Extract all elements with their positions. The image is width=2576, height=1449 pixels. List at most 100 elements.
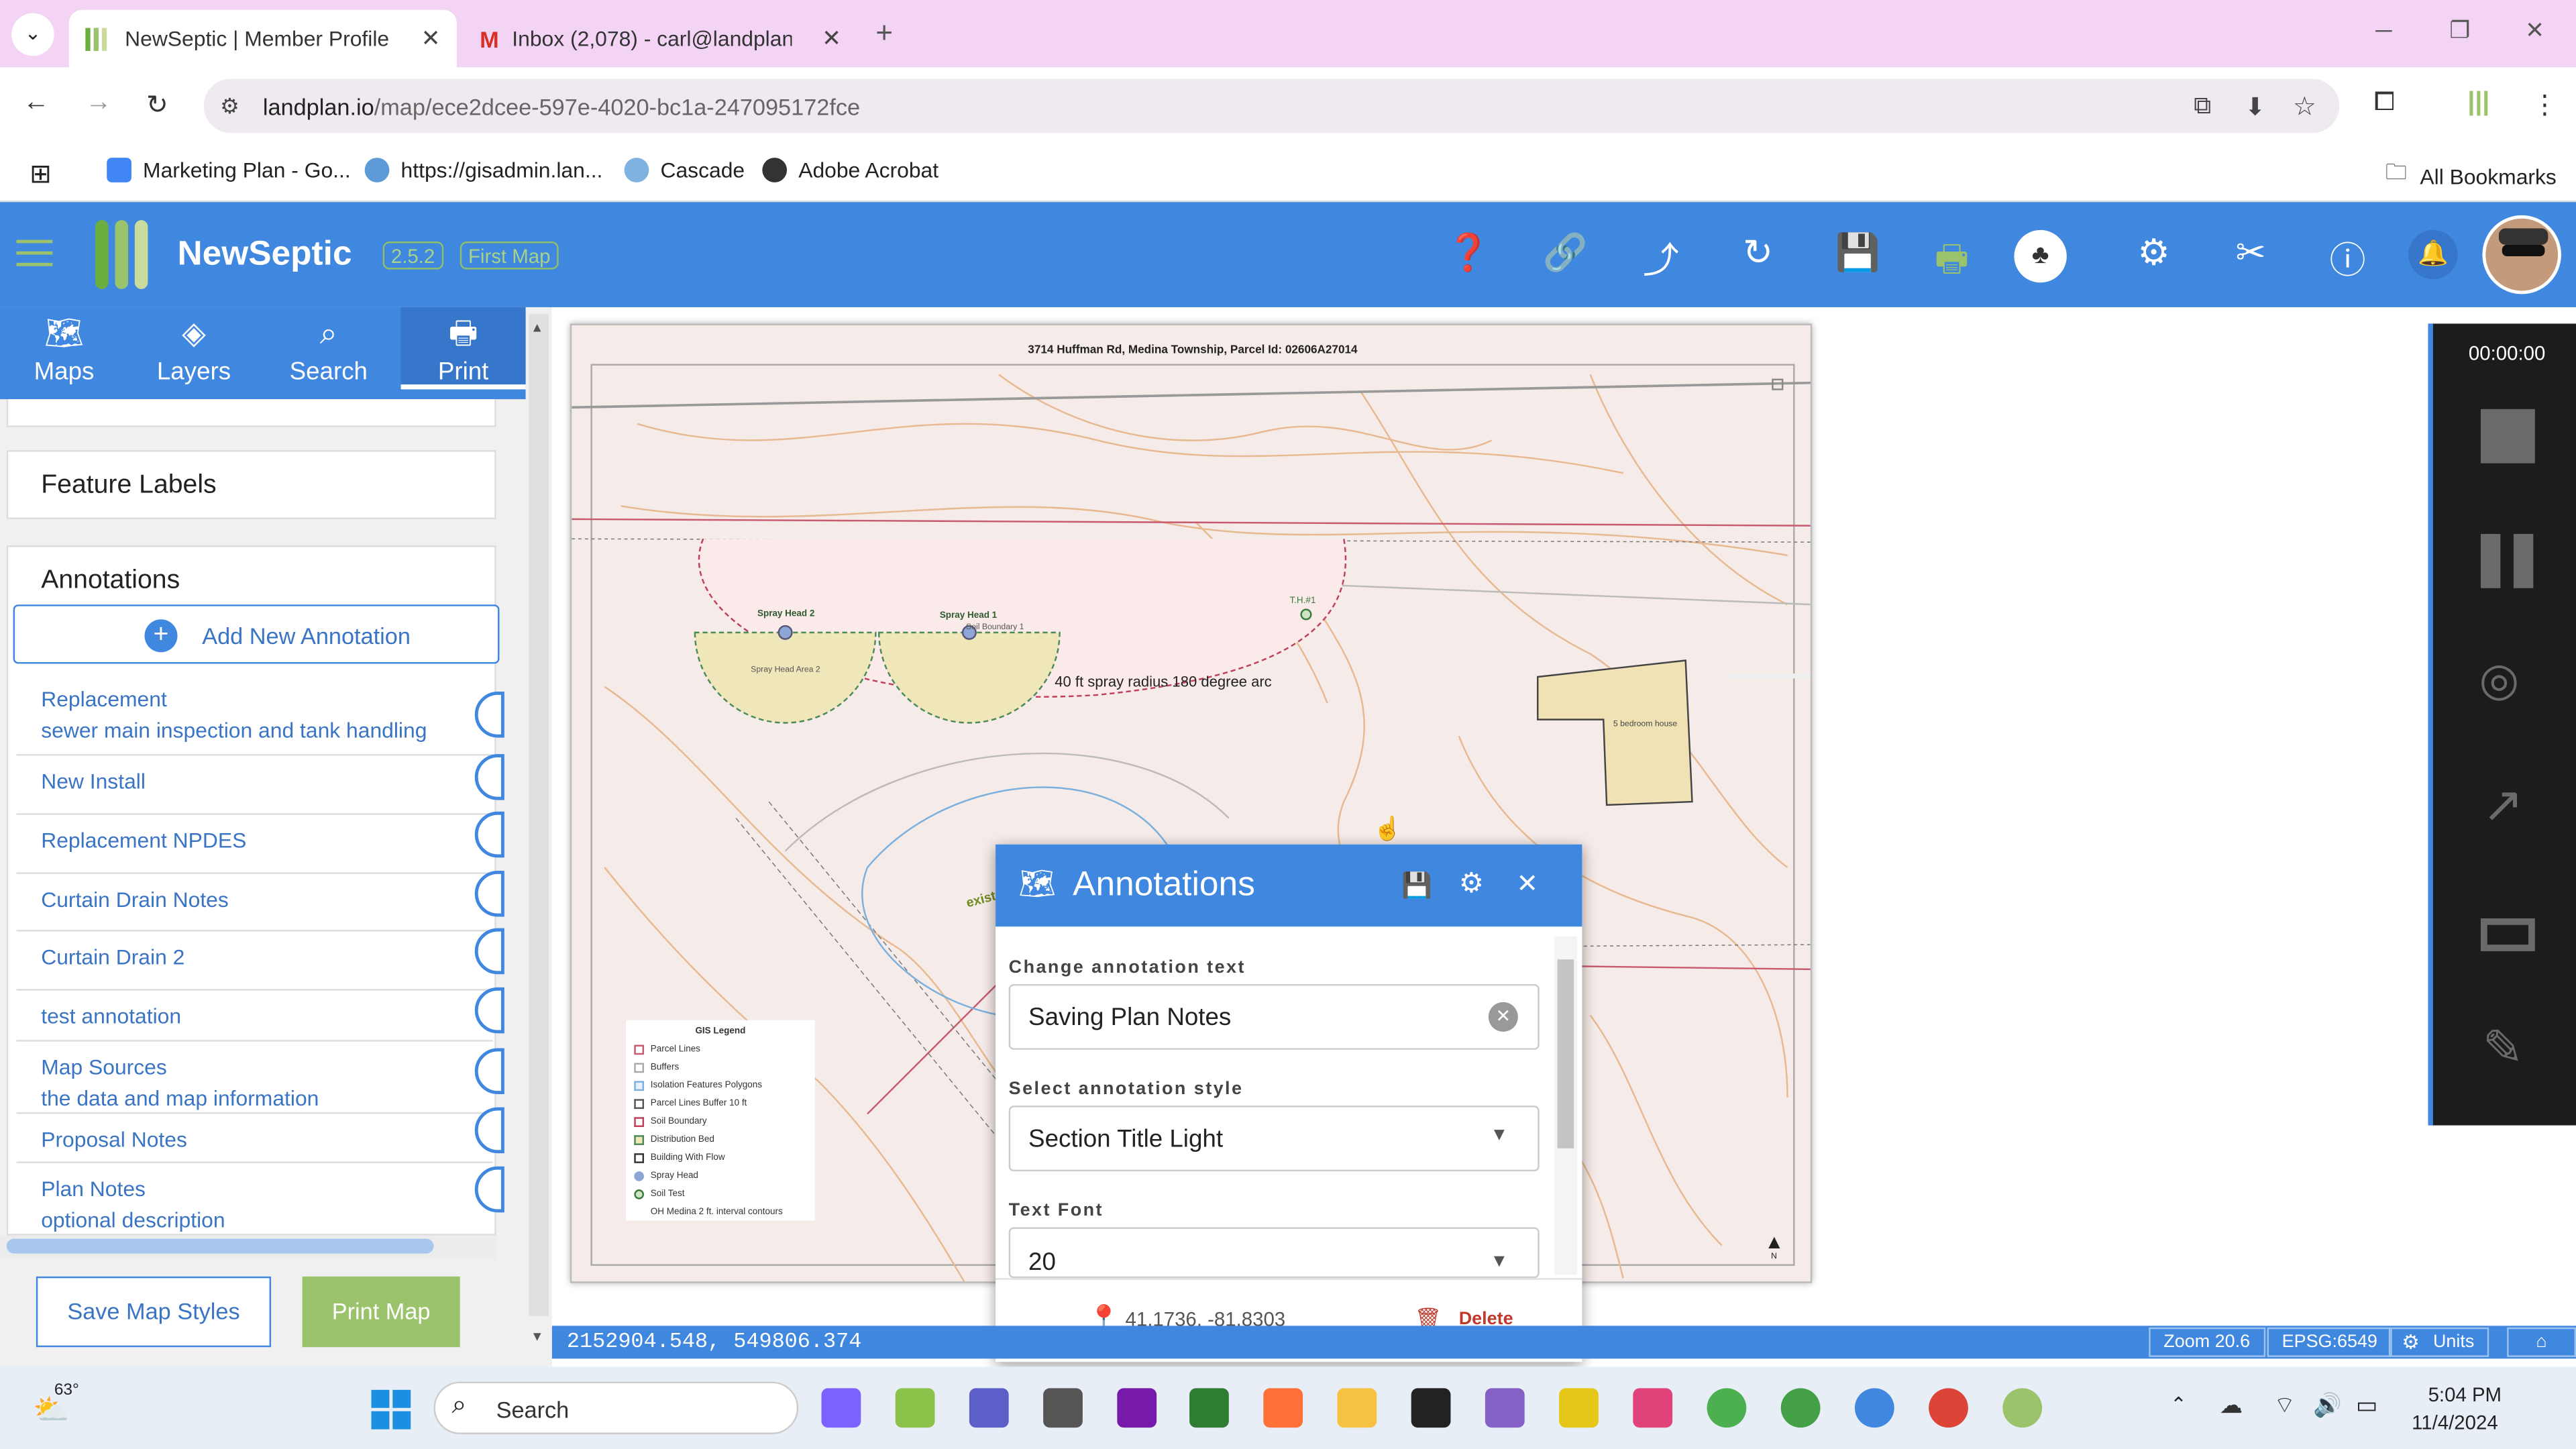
- onenote-icon[interactable]: [1117, 1388, 1157, 1428]
- help-icon[interactable]: ❓: [1446, 231, 1491, 274]
- clock-date[interactable]: 11/4/2024: [2412, 1411, 2498, 1434]
- start-button[interactable]: [371, 1389, 411, 1430]
- newseptic-extension-icon[interactable]: |||: [2467, 89, 2489, 118]
- tab-newseptic[interactable]: NewSeptic | Member Profile ✕: [68, 9, 457, 68]
- annotation-item[interactable]: Map Sources the data and map information: [41, 1051, 319, 1114]
- copilot-icon[interactable]: [821, 1388, 861, 1428]
- snipping-tool-icon[interactable]: [1633, 1388, 1673, 1428]
- link-icon[interactable]: 🔗: [1543, 231, 1588, 274]
- annotation-item[interactable]: Proposal Notes: [41, 1124, 187, 1155]
- bookmark-cascade[interactable]: Cascade: [624, 158, 745, 182]
- forward-icon[interactable]: →: [85, 89, 111, 118]
- bookmark-marketing[interactable]: Marketing Plan - Go...: [107, 158, 351, 182]
- tree-tool-icon[interactable]: ♣: [2014, 229, 2067, 283]
- annotation-text-input[interactable]: Saving Plan Notes ✕: [1008, 983, 1540, 1050]
- chrome-profile-5-icon[interactable]: [2002, 1388, 2043, 1428]
- onedrive-icon[interactable]: ☁: [2220, 1391, 2243, 1419]
- close-window-icon[interactable]: ✕: [2525, 16, 2544, 44]
- info-icon[interactable]: ⓘ: [2328, 231, 2367, 284]
- chrome-profile-3-icon[interactable]: [1854, 1388, 1894, 1428]
- volume-icon[interactable]: 🔊: [2313, 1391, 2342, 1419]
- battery-icon[interactable]: ▭: [2356, 1391, 2377, 1419]
- back-icon[interactable]: ←: [23, 89, 49, 118]
- print-map-button[interactable]: Print Map: [302, 1276, 460, 1348]
- close-tab-icon[interactable]: ✕: [421, 25, 441, 53]
- tab-gmail[interactable]: M Inbox (2,078) - carl@landplan.io ✕: [464, 10, 858, 68]
- reload-icon[interactable]: ↻: [146, 89, 168, 121]
- clock-time[interactable]: 5:04 PM: [2428, 1383, 2502, 1406]
- annotation-item[interactable]: Plan Notes optional description: [41, 1173, 225, 1236]
- pause-icon[interactable]: [2480, 533, 2535, 588]
- annotation-item[interactable]: Replacement sewer main inspection and tan…: [41, 684, 427, 746]
- share-icon[interactable]: ⤴: [1642, 231, 1681, 284]
- annotation-item[interactable]: Curtain Drain 2: [41, 941, 184, 973]
- close-icon[interactable]: ✕: [1516, 867, 1538, 900]
- arrow-tool-icon[interactable]: ↗: [2482, 777, 2524, 835]
- horizontal-scrollbar[interactable]: [0, 1235, 496, 1258]
- stop-icon[interactable]: [2480, 409, 2535, 464]
- bookmark-gisadmin[interactable]: https://gisadmin.lan...: [364, 158, 602, 182]
- minimize-icon[interactable]: ─: [2375, 16, 2392, 42]
- extensions-icon[interactable]: ⧠: [2374, 89, 2395, 118]
- chrome-profile-2-icon[interactable]: [1780, 1388, 1821, 1428]
- tab-layers[interactable]: ◈ Layers: [136, 317, 251, 386]
- annotation-item[interactable]: test annotation: [41, 1000, 181, 1032]
- camera-off-icon[interactable]: ◎: [2479, 652, 2520, 706]
- close-tab-icon[interactable]: ✕: [822, 25, 841, 53]
- annotation-item[interactable]: Replacement NPDES: [41, 824, 246, 856]
- save-icon[interactable]: 💾: [1401, 871, 1432, 900]
- tray-chevron-icon[interactable]: ⌃: [2170, 1393, 2187, 1416]
- pen-tool-icon[interactable]: ✎: [2482, 1020, 2524, 1078]
- gear-icon[interactable]: ⚙: [1459, 867, 1484, 900]
- tab-search-button[interactable]: ⌄: [11, 13, 54, 56]
- home-icon[interactable]: ⌂: [2507, 1327, 2576, 1357]
- chrome-profile-4-icon[interactable]: [1929, 1388, 1968, 1428]
- new-tab-icon[interactable]: +: [875, 16, 893, 50]
- tab-print[interactable]: 🖶 Print: [400, 307, 526, 390]
- browser-menu-icon[interactable]: ⋮: [2532, 89, 2558, 121]
- lightning-icon[interactable]: [1559, 1388, 1599, 1428]
- visual-studio-icon[interactable]: [1485, 1388, 1525, 1428]
- tab-search[interactable]: ⌕ Search: [271, 317, 386, 386]
- wifi-icon[interactable]: ⌔: [2273, 1391, 2295, 1421]
- epsg-indicator[interactable]: EPSG:6549: [2267, 1327, 2392, 1357]
- chrome-icon[interactable]: [1707, 1388, 1747, 1428]
- refresh-icon[interactable]: ↻: [1738, 231, 1778, 274]
- all-bookmarks[interactable]: 🗀 All Bookmarks: [2385, 158, 2557, 194]
- hamburger-menu-icon[interactable]: [16, 239, 53, 266]
- bookmark-acrobat[interactable]: Adobe Acrobat: [762, 158, 938, 182]
- avatar[interactable]: [2482, 215, 2561, 294]
- rectangle-tool-icon[interactable]: [2480, 918, 2535, 951]
- intellij-icon[interactable]: [1411, 1388, 1451, 1428]
- save-icon[interactable]: 💾: [1835, 231, 1880, 274]
- settings-gears-icon[interactable]: ⚙: [2134, 231, 2174, 274]
- open-in-app-icon[interactable]: ⧉: [2194, 92, 2211, 120]
- file-explorer-icon[interactable]: [1337, 1388, 1377, 1428]
- annotation-style-select[interactable]: Section Title Light ▼: [1008, 1106, 1540, 1172]
- left-panel-scrollbar[interactable]: ▲ ▼: [525, 307, 552, 1367]
- restore-icon[interactable]: ❐: [2449, 16, 2470, 44]
- url-bar[interactable]: ⚙ landplan.io/map/ece2dcee-597e-4020-bc1…: [203, 78, 2340, 133]
- calculator-icon[interactable]: [1043, 1388, 1083, 1428]
- add-annotation-button[interactable]: + Add New Annotation: [13, 604, 500, 664]
- text-font-select[interactable]: 20 ▼: [1008, 1227, 1540, 1279]
- site-info-icon[interactable]: ⚙: [220, 93, 239, 119]
- feature-labels-section[interactable]: Feature Labels: [6, 450, 496, 519]
- save-map-styles-button[interactable]: Save Map Styles: [36, 1276, 272, 1348]
- taskbar-search[interactable]: ⌕ Search: [433, 1381, 799, 1434]
- teams-icon[interactable]: [969, 1388, 1009, 1428]
- annotation-item[interactable]: Curtain Drain Notes: [41, 884, 229, 916]
- annotation-item[interactable]: New Install: [41, 765, 146, 797]
- paint-icon[interactable]: [895, 1388, 935, 1428]
- bookmark-star-icon[interactable]: ☆: [2293, 89, 2316, 122]
- install-icon[interactable]: ⬇: [2245, 91, 2265, 121]
- units-button[interactable]: ⚙ Units: [2388, 1327, 2489, 1357]
- clear-text-icon[interactable]: ✕: [1488, 1002, 1518, 1032]
- tab-maps[interactable]: 🗺 Maps: [7, 317, 121, 386]
- notifications-icon[interactable]: 🔔: [2408, 229, 2458, 280]
- tools-icon[interactable]: ✂: [2231, 231, 2271, 274]
- firefox-icon[interactable]: [1263, 1388, 1303, 1428]
- apps-grid-icon[interactable]: ⊞: [30, 158, 52, 191]
- sheets-icon[interactable]: [1189, 1388, 1229, 1428]
- print-icon[interactable]: 🖶: [1932, 231, 1972, 294]
